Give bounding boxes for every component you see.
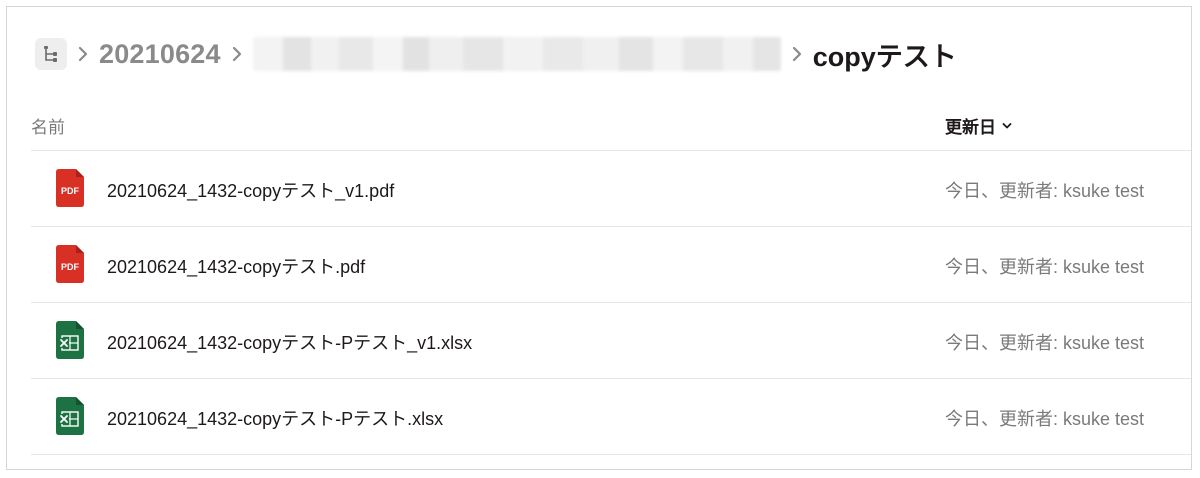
folder-tree-icon [44,46,57,62]
chevron-right-icon [225,45,249,63]
breadcrumb-folder-link[interactable]: 20210624 [99,39,221,70]
file-name[interactable]: 20210624_1432-copyテスト-Pテスト_v1.xlsx [107,329,472,355]
breadcrumb: 20210624 copyテスト [35,33,957,75]
file-name[interactable]: 20210624_1432-copyテスト-Pテスト.xlsx [107,405,443,431]
chevron-right-icon [71,45,95,63]
file-row[interactable]: 20210624_1432-copyテスト-Pテスト_v1.xlsx 今日、更新… [31,303,1191,379]
breadcrumb-current-folder: copyテスト [812,41,957,72]
chevron-down-icon [1002,122,1012,130]
file-modified: 今日、更新者: ksuke test [945,333,1145,353]
excel-file-icon [56,321,84,359]
redacted-breadcrumb-segment[interactable] [252,37,781,71]
column-header-modified-label: 更新日 [945,118,996,137]
file-browser-panel: 20210624 copyテスト 名前 更新日 PDF 20210624_143… [6,6,1192,470]
file-modified: 今日、更新者: ksuke test [945,409,1145,429]
pdf-file-icon: PDF [56,245,84,283]
file-row[interactable]: PDF 20210624_1432-copyテスト.pdf 今日、更新者: ks… [31,227,1191,303]
excel-file-icon [56,397,84,435]
file-name[interactable]: 20210624_1432-copyテスト_v1.pdf [107,177,394,203]
file-list: PDF 20210624_1432-copyテスト_v1.pdf 今日、更新者:… [31,151,1191,455]
pdf-file-icon: PDF [56,169,84,207]
file-modified: 今日、更新者: ksuke test [945,181,1145,201]
pdf-icon-label: PDF [61,186,80,196]
pdf-icon-label: PDF [61,262,80,272]
folder-tree-button[interactable] [35,38,67,70]
file-row[interactable]: 20210624_1432-copyテスト-Pテスト.xlsx 今日、更新者: … [31,379,1191,455]
column-header-modified[interactable]: 更新日 [945,113,1012,138]
file-row[interactable]: PDF 20210624_1432-copyテスト_v1.pdf 今日、更新者:… [31,151,1191,227]
chevron-right-icon [785,45,809,63]
column-header-name[interactable]: 名前 [31,113,65,138]
file-modified: 今日、更新者: ksuke test [945,257,1145,277]
file-name[interactable]: 20210624_1432-copyテスト.pdf [107,253,365,279]
